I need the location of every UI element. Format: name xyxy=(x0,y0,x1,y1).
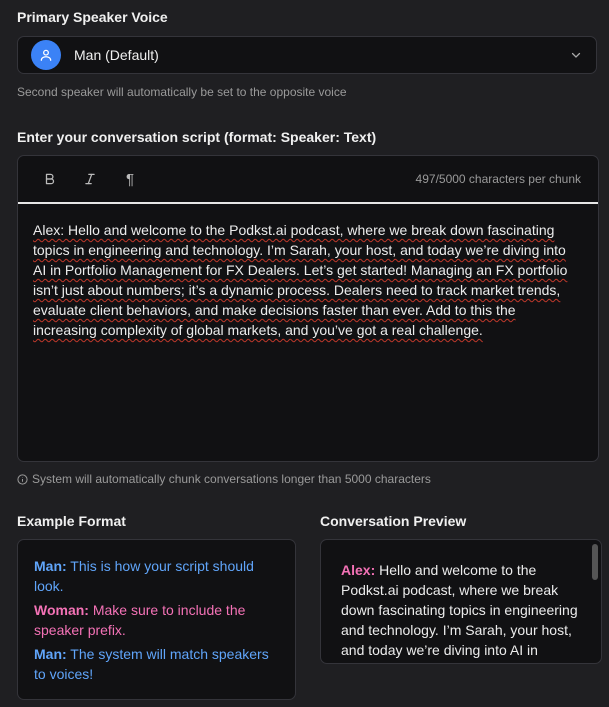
italic-button[interactable] xyxy=(70,163,110,195)
example-format-box: Man: This is how your script should look… xyxy=(17,539,296,700)
example-line: Man: This is how your script should look… xyxy=(34,558,254,594)
preview-text: Alex: Hello and welcome to the Podkst.ai… xyxy=(341,562,578,663)
voice-hint: Second speaker will automatically be set… xyxy=(17,85,347,99)
primary-voice-select[interactable]: Man (Default) xyxy=(17,36,597,74)
example-line: Man: The system will match speakers to v… xyxy=(34,646,269,682)
selected-voice: Man (Default) xyxy=(74,47,159,63)
primary-voice-label: Primary Speaker Voice xyxy=(17,9,168,25)
user-icon xyxy=(31,40,61,70)
character-count: 497/5000 characters per chunk xyxy=(415,172,581,186)
example-format-label: Example Format xyxy=(17,513,126,529)
bold-button[interactable] xyxy=(30,163,70,195)
editor-toolbar: ¶ 497/5000 characters per chunk xyxy=(18,156,598,204)
conversation-preview-box[interactable]: Alex: Hello and welcome to the Podkst.ai… xyxy=(320,539,602,664)
preview-scrollbar[interactable] xyxy=(592,544,598,580)
preview-label: Conversation Preview xyxy=(320,513,467,529)
info-icon xyxy=(17,473,28,485)
example-line: Woman: Make sure to include the speaker … xyxy=(34,602,246,638)
chunk-hint: System will automatically chunk conversa… xyxy=(17,472,431,486)
script-label: Enter your conversation script (format: … xyxy=(17,129,377,145)
paragraph-button[interactable]: ¶ xyxy=(110,163,150,195)
script-editor[interactable]: ¶ 497/5000 characters per chunk Alex: He… xyxy=(17,155,599,462)
chevron-down-icon xyxy=(570,49,582,61)
script-text[interactable]: Alex: Hello and welcome to the Podkst.ai… xyxy=(18,204,598,340)
chunk-hint-text: System will automatically chunk conversa… xyxy=(32,472,431,486)
